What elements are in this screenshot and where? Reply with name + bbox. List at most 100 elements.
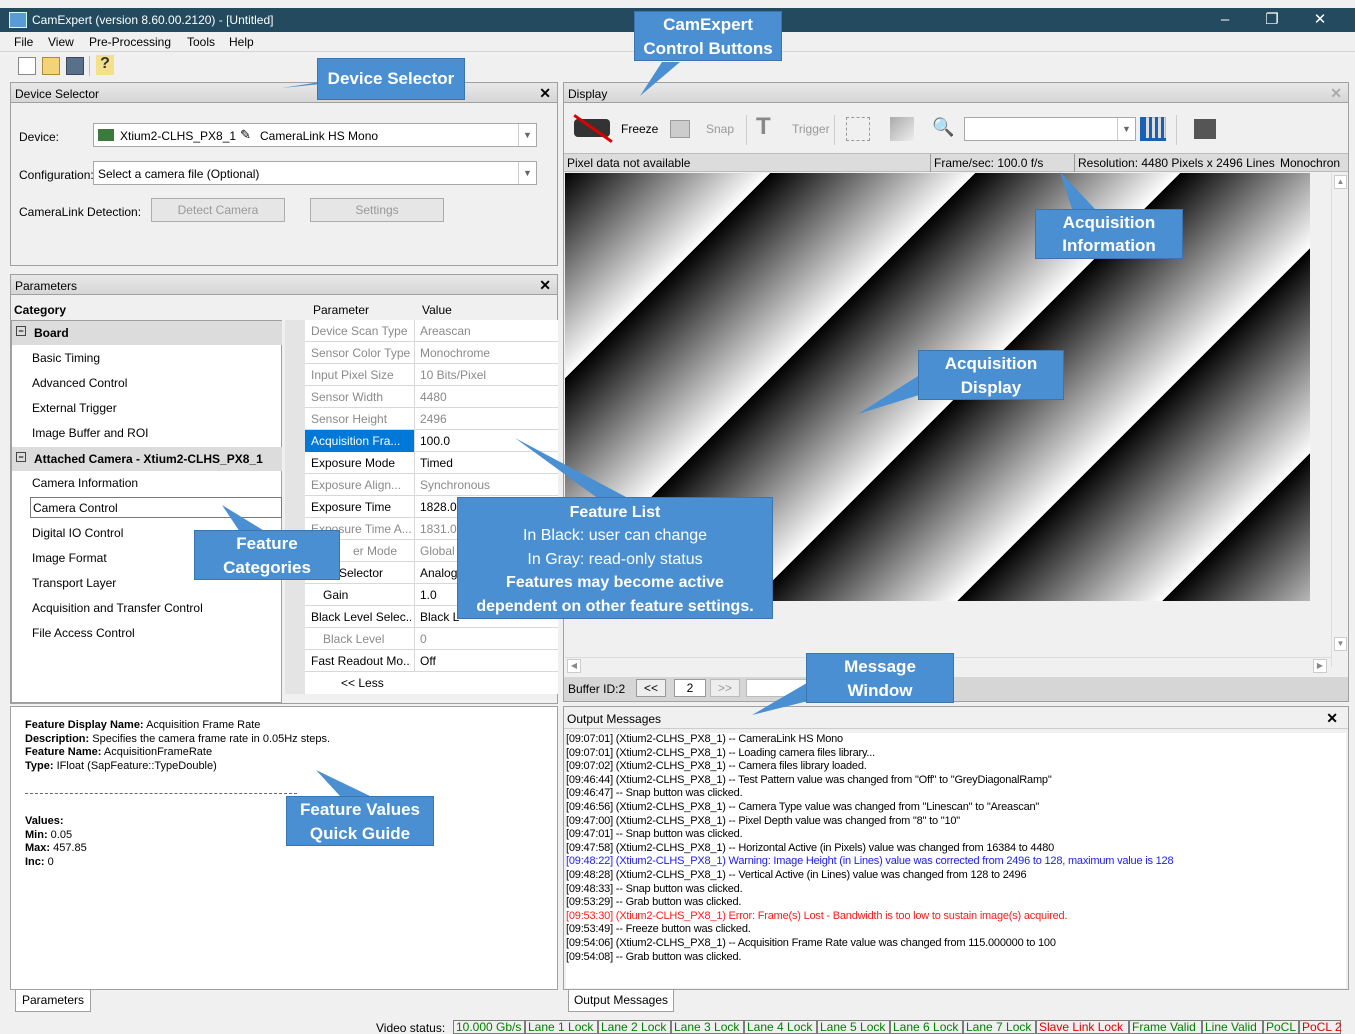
scroll-right-icon[interactable]: ▶ bbox=[1313, 659, 1327, 673]
open-folder-icon[interactable] bbox=[42, 57, 60, 75]
menu-pre-processing[interactable]: Pre-Processing bbox=[89, 35, 171, 49]
scroll-left-icon[interactable]: ◀ bbox=[567, 659, 581, 673]
video-status-indicator: Slave Link Lock bbox=[1036, 1020, 1129, 1034]
display-header: Display ✕ bbox=[564, 83, 1348, 103]
collapse-icon[interactable]: − bbox=[16, 452, 26, 462]
callout-control-buttons: CamExpert Control Buttons bbox=[634, 11, 782, 61]
prev-buffer-button[interactable]: << bbox=[636, 679, 666, 697]
callout-acquisition-information: Acquisition Information bbox=[1035, 209, 1183, 259]
message-line: [09:07:01] (Xtium2-CLHS_PX8_1) -- Camera… bbox=[566, 733, 843, 745]
quick-guide-text: Feature Display Name: Acquisition Frame … bbox=[25, 719, 331, 772]
save-icon[interactable] bbox=[66, 57, 84, 75]
configuration-value: Select a camera file (Optional) bbox=[98, 167, 260, 181]
param-row[interactable]: Sensor Color Type Monochrome bbox=[305, 342, 558, 364]
trigger-button[interactable]: Trigger bbox=[792, 122, 830, 136]
output-message-list[interactable]: [09:07:01] (Xtium2-CLHS_PX8_1) -- Camera… bbox=[566, 733, 1346, 988]
menu-tools[interactable]: Tools bbox=[187, 35, 215, 49]
param-row[interactable]: Sensor Width 4480 bbox=[305, 386, 558, 408]
close-icon[interactable]: ✕ bbox=[1330, 85, 1342, 102]
snap-icon[interactable] bbox=[670, 120, 690, 138]
category-external-trigger[interactable]: External Trigger bbox=[32, 401, 117, 415]
device-selector-header: Device Selector ✕ bbox=[11, 83, 557, 103]
scroll-down-icon[interactable]: ▼ bbox=[1334, 637, 1347, 651]
video-status-indicator: Lane 4 Lock bbox=[744, 1020, 817, 1034]
category-advanced-control[interactable]: Advanced Control bbox=[32, 376, 127, 390]
zoom-icon[interactable]: 🔍 bbox=[932, 117, 954, 138]
param-row[interactable]: Fast Readout Mo... Off bbox=[305, 650, 558, 672]
category-camera-control[interactable]: Camera Control bbox=[30, 497, 282, 518]
callout-acquisition-display: Acquisition Display bbox=[918, 350, 1064, 400]
menu-file[interactable]: File bbox=[14, 35, 33, 49]
tab-output-messages[interactable]: Output Messages bbox=[568, 990, 674, 1012]
vertical-scrollbar[interactable]: ▲ ▼ bbox=[1331, 173, 1348, 667]
new-file-icon[interactable] bbox=[18, 57, 36, 75]
message-line: [09:48:28] (Xtium2-CLHS_PX8_1) -- Vertic… bbox=[566, 868, 1027, 881]
detect-camera-button[interactable]: Detect Camera bbox=[151, 198, 285, 222]
category-digital-io-control[interactable]: Digital IO Control bbox=[32, 526, 123, 540]
param-row[interactable]: Device Scan Type Areascan bbox=[305, 320, 558, 342]
trigger-icon[interactable]: T bbox=[756, 113, 771, 141]
device-combo[interactable]: Xtium2-CLHS_PX8_1 ✎ CameraLink HS Mono ▼ bbox=[93, 123, 537, 147]
tab-parameters[interactable]: Parameters bbox=[15, 990, 91, 1012]
video-status-label: Video status: bbox=[376, 1021, 446, 1034]
scroll-up-icon[interactable]: ▲ bbox=[1334, 175, 1347, 189]
stop-icon[interactable] bbox=[1194, 119, 1216, 139]
video-status-indicator: Lane 7 Lock bbox=[963, 1020, 1036, 1034]
close-icon[interactable]: ✕ bbox=[539, 85, 551, 102]
menu-view[interactable]: View bbox=[48, 35, 74, 49]
close-icon[interactable]: ✕ bbox=[1326, 710, 1338, 727]
param-row[interactable]: Sensor Height 2496 bbox=[305, 408, 558, 430]
image-icon[interactable] bbox=[890, 117, 914, 141]
param-row-selected[interactable]: Acquisition Fra... 100.0 bbox=[305, 430, 558, 452]
restore-button[interactable]: ❐ bbox=[1252, 10, 1292, 30]
message-line: [09:53:49] -- Freeze button was clicked. bbox=[566, 923, 751, 936]
callout-message-window: Message Window bbox=[806, 653, 954, 703]
histogram-icon[interactable] bbox=[1140, 117, 1166, 141]
category-group-attached-camera[interactable]: − Attached Camera - Xtium2-CLHS_PX8_1 bbox=[12, 447, 282, 471]
category-transport-layer[interactable]: Transport Layer bbox=[32, 576, 116, 590]
param-row[interactable]: Exposure Align... Synchronous bbox=[305, 474, 558, 496]
help-icon[interactable]: ? bbox=[96, 55, 114, 75]
category-group-label: Attached Camera - Xtium2-CLHS_PX8_1 bbox=[34, 452, 263, 466]
freeze-button[interactable]: Freeze bbox=[621, 122, 658, 136]
menu-help[interactable]: Help bbox=[229, 35, 254, 49]
category-camera-information[interactable]: Camera Information bbox=[32, 476, 138, 490]
message-line: [09:54:06] (Xtium2-CLHS_PX8_1) -- Acquis… bbox=[566, 936, 1056, 949]
configuration-combo[interactable]: Select a camera file (Optional) ▼ bbox=[93, 161, 537, 185]
settings-button[interactable]: Settings bbox=[310, 198, 444, 222]
device-label: Device: bbox=[19, 130, 60, 144]
category-image-format[interactable]: Image Format bbox=[32, 551, 107, 565]
category-group-board[interactable]: − Board bbox=[12, 321, 282, 345]
display-title: Display bbox=[568, 87, 608, 101]
collapse-icon[interactable]: − bbox=[16, 326, 26, 336]
video-status-indicator: 10.000 Gb/s bbox=[453, 1020, 525, 1034]
category-image-buffer-roi[interactable]: Image Buffer and ROI bbox=[32, 426, 149, 440]
chevron-down-icon[interactable]: ▼ bbox=[1117, 118, 1135, 140]
chevron-down-icon[interactable]: ▼ bbox=[518, 162, 536, 184]
message-line: [09:53:29] -- Grab button was clicked. bbox=[566, 896, 742, 909]
message-line: [09:46:44] (Xtium2-CLHS_PX8_1) -- Test P… bbox=[566, 773, 1052, 786]
freeze-camera-icon[interactable] bbox=[570, 113, 616, 143]
close-button[interactable]: ✕ bbox=[1300, 10, 1340, 30]
message-line: [09:07:01] (Xtium2-CLHS_PX8_1) -- Loadin… bbox=[566, 746, 875, 759]
category-acquisition-transfer[interactable]: Acquisition and Transfer Control bbox=[32, 601, 203, 615]
category-file-access-control[interactable]: File Access Control bbox=[32, 626, 135, 640]
param-row[interactable]: Exposure Mode Timed bbox=[305, 452, 558, 474]
category-basic-timing[interactable]: Basic Timing bbox=[32, 351, 100, 365]
zoom-combo[interactable]: ▼ bbox=[964, 117, 1136, 141]
snap-button[interactable]: Snap bbox=[706, 122, 734, 136]
chevron-down-icon[interactable]: ▼ bbox=[518, 124, 536, 146]
detection-label: CameraLink Detection: bbox=[19, 205, 142, 219]
close-icon[interactable]: ✕ bbox=[539, 277, 551, 294]
toolbar-separator bbox=[1176, 115, 1177, 145]
minimize-button[interactable]: – bbox=[1205, 10, 1245, 30]
camera-value: CameraLink HS Mono bbox=[260, 129, 379, 143]
next-buffer-button[interactable]: >> bbox=[710, 679, 740, 697]
buffer-id-label: Buffer ID:2 bbox=[568, 682, 626, 696]
buffer-slider[interactable] bbox=[746, 679, 808, 697]
param-row[interactable]: Input Pixel Size 10 Bits/Pixel bbox=[305, 364, 558, 386]
param-row[interactable]: Black Level 0 bbox=[305, 628, 558, 650]
less-link[interactable]: << Less bbox=[341, 676, 384, 690]
fit-to-window-icon[interactable] bbox=[846, 117, 870, 141]
buffer-number-field[interactable]: 2 bbox=[674, 679, 706, 697]
